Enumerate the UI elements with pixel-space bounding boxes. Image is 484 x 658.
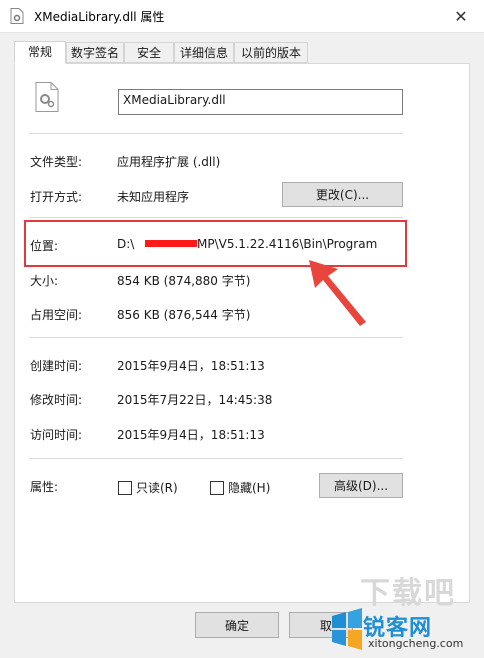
file-type-label: 文件类型: [30,155,83,169]
faint-watermark: 下载吧 [360,576,456,611]
size-on-disk-label: 占用空间: [30,308,83,322]
divider [29,217,403,218]
title-bar: XMediaLibrary.dll 属性 ✕ [0,0,484,33]
general-panel: XMediaLibrary.dll 文件类型: 应用程序扩展 (.dll) 打开… [14,63,470,603]
attributes-label: 属性: [30,480,59,494]
tab-general[interactable]: 常规 [14,41,66,64]
hidden-checkbox-box[interactable] [210,480,224,495]
hidden-checkbox[interactable]: 隐藏(H) [210,479,270,496]
modified-label: 修改时间: [30,393,83,407]
size-on-disk-value: 856 KB (876,544 字节) [117,308,251,322]
change-button[interactable]: 更改(C)... [282,182,403,207]
readonly-checkbox[interactable]: 只读(R) [118,479,178,496]
close-button[interactable]: ✕ [438,0,484,32]
divider [29,133,403,134]
file-type-value: 应用程序扩展 (.dll) [117,155,221,169]
divider [29,337,403,338]
opens-with-label: 打开方式: [30,190,83,204]
dll-gear-icon [35,82,59,112]
brand-url: xitongcheng.com [368,637,464,650]
accessed-label: 访问时间: [30,428,83,442]
created-label: 创建时间: [30,359,83,373]
dll-file-icon [10,8,24,24]
readonly-checkbox-label: 只读(R) [136,481,178,495]
modified-value: 2015年7月22日，14:45:38 [117,393,273,407]
readonly-checkbox-box[interactable] [118,480,132,495]
close-icon: ✕ [454,6,468,26]
hidden-checkbox-label: 隐藏(H) [228,481,271,495]
ok-button[interactable]: 确定 [195,612,279,638]
brand-logo-icon [332,608,362,650]
filename-field[interactable]: XMediaLibrary.dll [118,89,403,115]
window-title: XMediaLibrary.dll 属性 [34,10,165,24]
accessed-value: 2015年9月4日，18:51:13 [117,428,265,442]
size-label: 大小: [30,274,59,288]
opens-with-value: 未知应用程序 [117,190,190,204]
tab-security[interactable]: 安全 [124,42,174,63]
annotation-arrow [309,260,366,326]
advanced-button[interactable]: 高级(D)... [319,473,403,498]
tab-digital-signatures[interactable]: 数字签名 [66,42,124,63]
tab-details[interactable]: 详细信息 [174,42,234,63]
created-value: 2015年9月4日，18:51:13 [117,359,265,373]
divider [29,458,403,459]
size-value: 854 KB (874,880 字节) [117,274,251,288]
tab-previous-versions[interactable]: 以前的版本 [234,42,308,63]
